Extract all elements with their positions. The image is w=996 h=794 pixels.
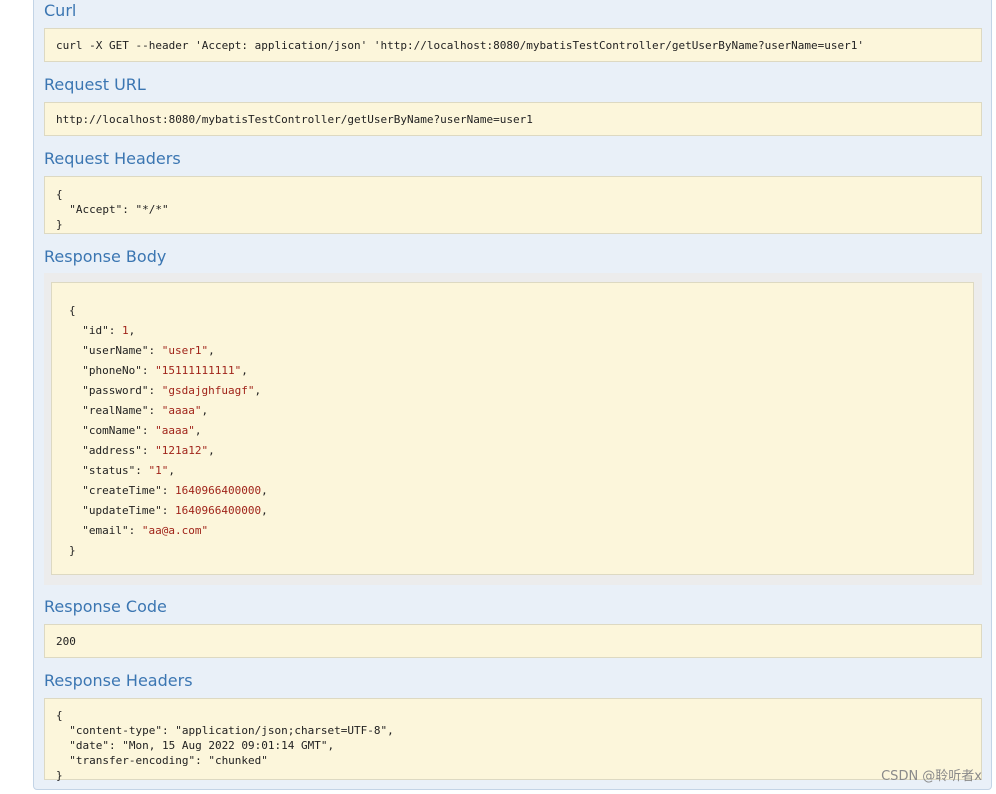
response-body-container: { "id": 1, "userName": "user1", "phoneNo… [44,273,982,585]
response-headers-line: { [56,709,63,722]
request-headers-line: } [56,218,63,231]
json-field-line: "address": "121a12", [82,444,215,457]
request-headers-heading: Request Headers [44,149,181,168]
json-value: "gsdajghfuagf" [161,384,255,397]
response-code-box[interactable]: 200 [44,624,982,658]
json-value: "15111111111" [155,364,242,377]
curl-heading: Curl [44,1,77,20]
json-value: "aaaa" [155,424,195,437]
json-key: "email" [82,524,129,537]
request-url-heading: Request URL [44,75,146,94]
json-value: "user1" [161,344,209,357]
json-value: 1640966400000 [174,504,262,517]
request-url-value: http://localhost:8080/mybatisTestControl… [56,112,533,126]
request-url-box[interactable]: http://localhost:8080/mybatisTestControl… [44,102,982,136]
csdn-watermark: CSDN @聆听者x [881,769,982,784]
response-headers-box[interactable]: { "content-type": "application/json;char… [44,698,982,782]
json-close-brace: } [69,544,76,557]
json-field-line: "realName": "aaaa", [82,404,209,417]
json-field-line: "userName": "user1", [82,344,215,357]
json-key: "phoneNo" [82,364,142,377]
json-key: "realName" [82,404,149,417]
json-field-line: "email": "aa@a.com" [82,524,209,537]
response-headers-line: "transfer-encoding": "chunked" [56,754,268,767]
json-value: 1 [122,324,129,337]
json-value: "aa@a.com" [141,524,209,537]
json-key: "status" [82,464,136,477]
response-body-heading: Response Body [44,247,167,266]
json-value: "121a12" [155,444,209,457]
json-key: "password" [82,384,149,397]
response-headers-heading: Response Headers [44,671,193,690]
request-headers-line: "Accept": "*/*" [56,203,169,216]
request-headers-line: { [56,188,63,201]
json-value: 1640966400000 [174,484,262,497]
json-field-line: "updateTime": 1640966400000, [82,504,268,517]
json-fields: "id": 1, "userName": "user1", "phoneNo":… [69,321,973,541]
json-value: "aaaa" [161,404,202,417]
response-body-box[interactable]: { "id": 1, "userName": "user1", "phoneNo… [51,282,974,575]
json-field-line: "comName": "aaaa", [82,424,202,437]
json-field-line: "phoneNo": "15111111111", [82,364,248,377]
response-headers-line: "content-type": "application/json;charse… [56,724,394,737]
json-key: "id" [82,324,109,337]
response-headers-line: "date": "Mon, 15 Aug 2022 09:01:14 GMT", [56,739,335,752]
response-code-value: 200 [56,634,76,648]
json-field-line: "id": 1, [82,324,136,337]
curl-command: curl -X GET --header 'Accept: applicatio… [56,38,864,52]
json-key: "createTime" [82,484,162,497]
json-value: "1" [148,464,169,477]
json-field-line: "password": "gsdajghfuagf", [82,384,262,397]
json-key: "updateTime" [82,504,162,517]
response-headers-line: } [56,769,63,782]
json-key: "userName" [82,344,149,357]
curl-command-box[interactable]: curl -X GET --header 'Accept: applicatio… [44,28,982,62]
json-field-line: "status": "1", [82,464,175,477]
request-headers-box[interactable]: { "Accept": "*/*" } [44,176,982,234]
json-key: "comName" [82,424,142,437]
response-code-heading: Response Code [44,597,167,616]
json-field-line: "createTime": 1640966400000, [82,484,268,497]
json-open-brace: { [69,304,76,317]
json-key: "address" [82,444,142,457]
